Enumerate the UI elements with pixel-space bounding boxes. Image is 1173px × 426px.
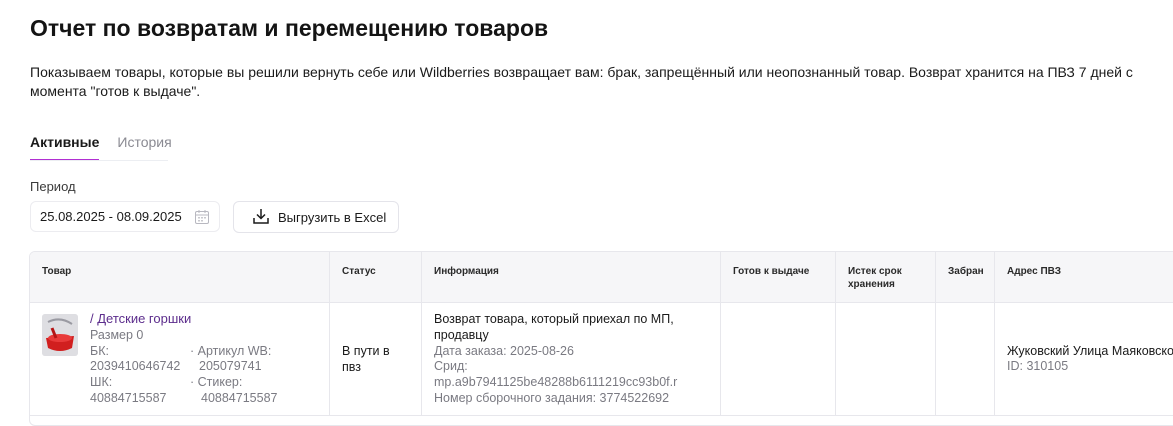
- calendar-icon[interactable]: [194, 209, 210, 228]
- tabs-divider: [30, 160, 168, 161]
- page-title: Отчет по возвратам и перемещению товаров: [30, 15, 549, 41]
- export-excel-button[interactable]: Выгрузить в Excel: [233, 201, 399, 233]
- tab-active[interactable]: Активные: [30, 134, 100, 161]
- product-image[interactable]: [42, 314, 78, 356]
- header-address: Адрес ПВЗ: [994, 252, 1173, 302]
- bk-value: 2039410646742: [90, 359, 181, 373]
- table-header: Товар Статус Информация Готов к выдаче И…: [30, 252, 1173, 303]
- cell-expiry: [835, 302, 935, 415]
- address-id: ID: 310105: [1007, 359, 1069, 373]
- status-value: В пути в пвз: [342, 344, 390, 374]
- srid-value: mp.a9b7941125be48288b6111219cc93b0f.r: [434, 375, 678, 389]
- address-value: Жуковский Улица Маяковского: [1007, 344, 1173, 358]
- header-taken: Забран: [935, 252, 994, 302]
- header-info: Информация: [421, 252, 720, 302]
- cell-info: Возврат товара, который приехал по МП, п…: [421, 302, 720, 415]
- table-row: / Детские горшки Размер 0 БК: 2039410646…: [30, 302, 1173, 416]
- period-value: 25.08.2025 - 08.09.2025: [40, 209, 182, 224]
- shk-value: 40884715587: [90, 391, 167, 405]
- assembly-number: Номер сборочного задания: 3774522692: [434, 391, 670, 405]
- period-label: Период: [30, 179, 76, 194]
- srid-label: Срид:: [434, 359, 468, 373]
- info-title: Возврат товара, который приехал по МП, п…: [434, 312, 674, 342]
- page-description: Показываем товары, которые вы решили вер…: [30, 64, 1133, 99]
- cell-ready: [720, 302, 835, 415]
- shk-label: ШК:: [90, 375, 113, 389]
- sticker-value: 40884715587: [201, 391, 278, 405]
- returns-table: Товар Статус Информация Готов к выдаче И…: [29, 251, 1173, 426]
- tabs: Активные История: [30, 134, 172, 161]
- bk-label: БК:: [90, 344, 109, 358]
- sticker-label: · Стикер:: [190, 375, 243, 389]
- cell-status: В пути в пвз: [329, 302, 421, 415]
- product-name-link[interactable]: / Детские горшки: [90, 311, 191, 327]
- export-label: Выгрузить в Excel: [278, 209, 387, 225]
- product-size: Размер 0: [90, 328, 144, 342]
- header-status: Статус: [329, 252, 421, 302]
- cell-address: Жуковский Улица Маяковского ID: 310105: [994, 302, 1173, 415]
- cell-product: / Детские горшки Размер 0 БК: 2039410646…: [30, 302, 329, 415]
- header-ready: Готов к выдаче: [720, 252, 835, 302]
- tab-history[interactable]: История: [117, 134, 171, 159]
- cell-taken: [935, 302, 994, 415]
- period-date-field[interactable]: 25.08.2025 - 08.09.2025: [30, 201, 220, 232]
- order-date: Дата заказа: 2025-08-26: [434, 344, 574, 358]
- header-product: Товар: [42, 266, 72, 277]
- download-icon: [252, 207, 270, 228]
- article-value: 205079741: [199, 359, 262, 373]
- header-expiry: Истек срок хранения: [835, 252, 935, 302]
- article-label: · Артикул WB:: [190, 344, 272, 358]
